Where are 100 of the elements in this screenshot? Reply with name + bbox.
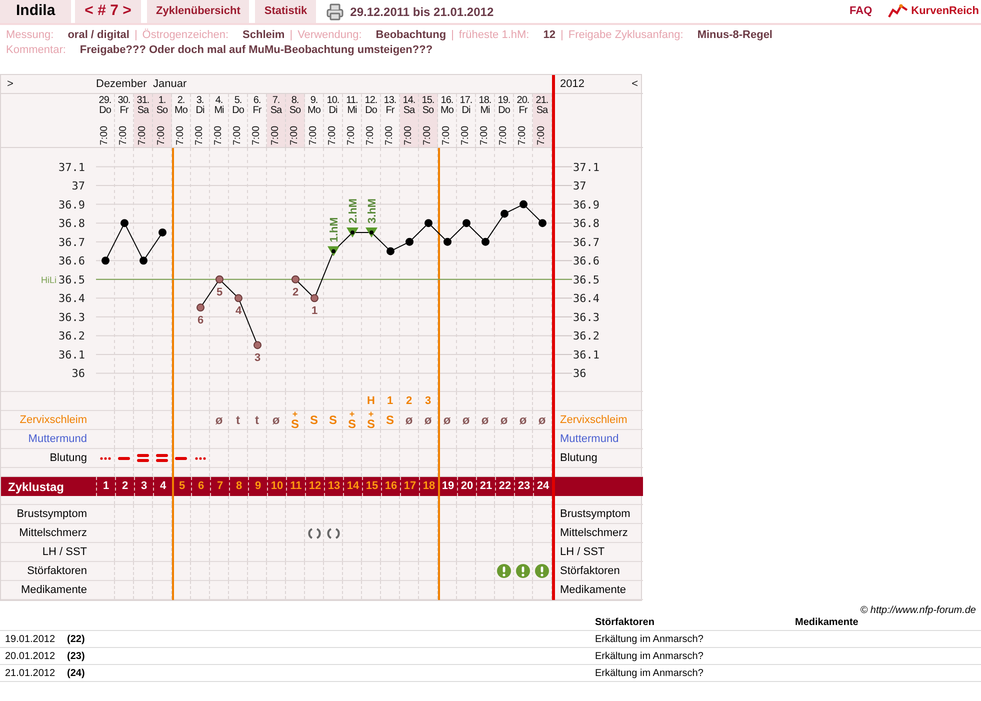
- axis-label: 36.4: [573, 292, 600, 306]
- day-date: 8.: [291, 96, 299, 106]
- cycle-day-number: 7: [216, 479, 224, 494]
- time-label: 7:00: [498, 126, 510, 146]
- axis-label: 36.1: [573, 348, 600, 362]
- weekday: Sa: [270, 106, 282, 116]
- info-label: Kommentar:: [6, 43, 66, 58]
- mucus-symbol: S: [328, 414, 337, 426]
- user-name: Indila: [16, 1, 56, 22]
- column-header: Störfaktoren: [595, 616, 656, 630]
- axis-label: 36.7: [573, 236, 600, 249]
- table-cell-text: Erkältung im Anmarsch?: [595, 666, 704, 680]
- time-label: 7:00: [270, 126, 282, 146]
- time-label: 7:00: [422, 126, 434, 146]
- time-label: 7:00: [326, 126, 340, 146]
- cycle-day-number: 18: [422, 479, 436, 494]
- separator: |: [290, 28, 293, 43]
- weekday: Di: [462, 106, 470, 116]
- info-label: Verwendung:: [298, 28, 362, 43]
- column-header: Medikamente: [795, 616, 858, 630]
- copyright-text: © http://www.nfp-forum.de: [860, 604, 976, 618]
- time-label: 7:00: [440, 126, 454, 146]
- axis-label: 36.3: [58, 310, 85, 324]
- axis-label: 36.2: [58, 330, 85, 343]
- weekday: Do: [232, 106, 244, 116]
- table-cell-text: Erkältung im Anmarsch?: [595, 632, 704, 646]
- row-label: Mittelschmerz: [560, 526, 628, 541]
- time-label: 7:00: [308, 126, 320, 146]
- cycle-day-number: 3: [140, 479, 148, 494]
- row-label: Blutung: [50, 450, 87, 466]
- point-label: 6: [197, 314, 204, 327]
- day-date: 13.: [384, 96, 396, 106]
- mucus-mark: +: [349, 410, 355, 418]
- mucus-symbol: S: [290, 418, 299, 430]
- day-date: 16.: [440, 96, 454, 106]
- axis-label: 37: [573, 180, 586, 193]
- day-date: 19.: [498, 96, 510, 106]
- axis-label: 36.7: [58, 236, 85, 249]
- weekday: Fr: [120, 106, 128, 116]
- row-label: Störfaktoren: [27, 564, 87, 579]
- weekday: Fr: [518, 106, 528, 116]
- day-date: 3.: [196, 96, 204, 106]
- mucus-symbol: S: [386, 414, 394, 426]
- point-label: 5: [216, 286, 223, 298]
- separator: |: [451, 28, 454, 43]
- mucus-symbol: S: [348, 418, 356, 430]
- day-date: 12.: [364, 96, 378, 106]
- mucus-symbol: S: [310, 414, 318, 426]
- axis-label: 36.5: [573, 273, 600, 286]
- date-range: 29.12.2011 bis 21.01.2012: [350, 4, 494, 20]
- cycle-day-number: 16: [384, 479, 398, 494]
- time-label: 7:00: [516, 126, 530, 146]
- time-label: 7:00: [194, 126, 206, 146]
- weekday: Sa: [403, 106, 415, 116]
- weekday: Do: [365, 106, 377, 116]
- time-label: 7:00: [288, 126, 302, 146]
- time-label: 7:00: [98, 126, 112, 146]
- row-label: Medikamente: [560, 582, 626, 598]
- cycle-day-number: 5: [178, 479, 186, 494]
- year-label: 2012: [560, 76, 584, 92]
- cycle-day-number: 8: [236, 479, 242, 494]
- peak-label: 2: [406, 394, 412, 409]
- time-label: 7:00: [174, 126, 188, 146]
- cycle-day-number: 15: [366, 479, 378, 494]
- axis-label: 36.9: [573, 198, 600, 212]
- weekday: Mi: [480, 106, 490, 116]
- cycle-day-number: 23: [518, 479, 530, 494]
- info-label: Freigabe Zyklusanfang:: [568, 28, 684, 43]
- day-date: 20.: [516, 96, 530, 106]
- time-label: 7:00: [136, 126, 150, 146]
- threshold-label: HiLi: [41, 274, 57, 285]
- day-date: 10.: [326, 96, 340, 106]
- info-label: Messung:: [6, 28, 54, 43]
- peak-label: 3: [424, 394, 432, 409]
- mucus-symbol: ø: [538, 414, 546, 426]
- cycle-day-number: 19: [442, 479, 454, 494]
- time-label: 7:00: [250, 126, 264, 146]
- logo-text: KurvenReich: [911, 4, 979, 20]
- time-label: 7:00: [346, 126, 358, 146]
- axis-label: 37.1: [58, 160, 85, 174]
- mucus-symbol: S: [366, 418, 375, 430]
- axis-label: 36.5: [58, 273, 85, 286]
- time-label: 7:00: [212, 126, 226, 146]
- day-date: 11.: [346, 96, 358, 106]
- time-label: 7:00: [118, 126, 130, 146]
- axis-label: 36.9: [58, 198, 85, 212]
- axis-label: 36.6: [58, 254, 85, 268]
- time-label: 7:00: [536, 126, 548, 146]
- cycle-day-number: 6: [198, 479, 204, 494]
- day-date: 21.: [536, 96, 548, 106]
- day-date: 4.: [215, 96, 223, 106]
- day-date: 30.: [118, 96, 130, 106]
- mucus-symbol: ø: [519, 414, 527, 426]
- row-label: Störfaktoren: [560, 564, 620, 579]
- table-cell-text: 19.01.2012: [4, 632, 56, 646]
- weekday: Di: [196, 106, 204, 116]
- cycle-day-number: 10: [270, 479, 284, 494]
- weekday: Mi: [347, 106, 357, 116]
- axis-label: 37.1: [573, 160, 600, 174]
- axis-label: 36.8: [58, 217, 85, 230]
